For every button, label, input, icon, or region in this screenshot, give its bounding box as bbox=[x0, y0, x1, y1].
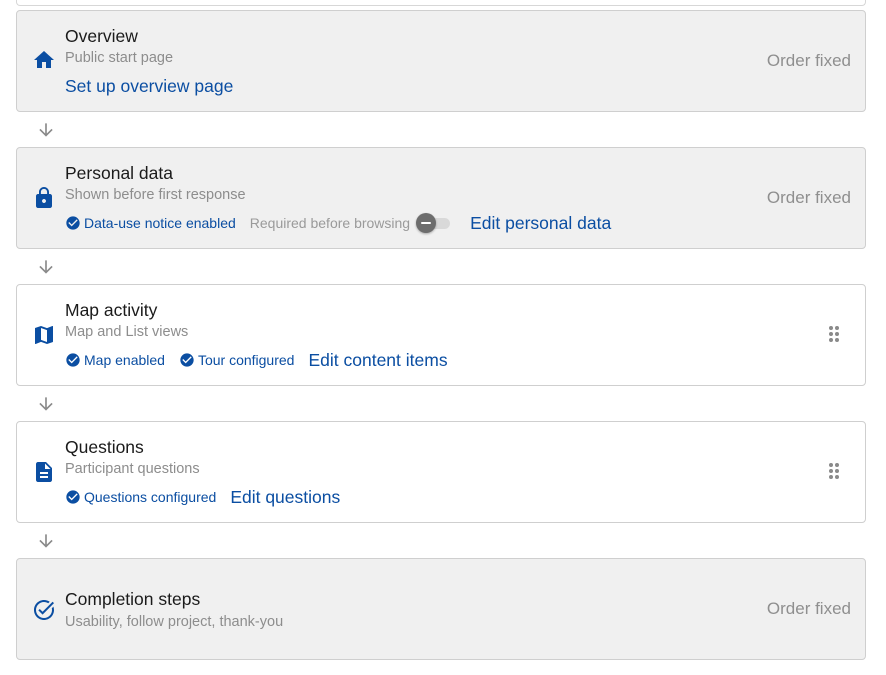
check-circle-icon bbox=[180, 353, 194, 367]
required-before-browsing-toggle[interactable] bbox=[414, 213, 454, 233]
arrow-down-icon bbox=[36, 257, 56, 277]
edit-questions-link[interactable]: Edit questions bbox=[230, 487, 340, 508]
step-title: Personal data bbox=[65, 163, 173, 183]
toggle-label: Required before browsing bbox=[249, 215, 411, 231]
step-title: Map activity bbox=[65, 300, 158, 320]
badge-label: Data-use notice enabled bbox=[84, 215, 236, 231]
arrow-down-icon bbox=[36, 531, 56, 551]
step-title: Overview bbox=[65, 26, 138, 46]
step-subtitle: Public start page bbox=[65, 50, 174, 66]
badge-label: Questions configured bbox=[84, 489, 217, 505]
status-badge: Tour configured bbox=[179, 352, 295, 368]
step-card-questions[interactable]: Questions Participant questions Question… bbox=[16, 421, 866, 523]
edit-personal-data-link[interactable]: Edit personal data bbox=[470, 213, 611, 234]
order-fixed-label: Order fixed bbox=[766, 51, 851, 70]
edit-content-items-link[interactable]: Edit content items bbox=[308, 350, 447, 371]
step-title: Questions bbox=[65, 437, 144, 457]
step-subtitle: Participant questions bbox=[65, 461, 200, 477]
step-title: Completion steps bbox=[65, 589, 201, 609]
step-subtitle: Map and List views bbox=[65, 324, 189, 340]
check-circle-outline-icon bbox=[31, 597, 57, 623]
check-circle-icon bbox=[66, 216, 80, 230]
step-subtitle: Usability, follow project, thank-you bbox=[65, 614, 284, 630]
drag-handle-icon[interactable] bbox=[829, 326, 839, 342]
check-circle-icon bbox=[66, 490, 80, 504]
lock-icon bbox=[31, 185, 57, 211]
step-subtitle: Shown before first response bbox=[65, 187, 246, 203]
order-fixed-label: Order fixed bbox=[766, 599, 851, 618]
status-badge: Questions configured bbox=[65, 489, 216, 505]
arrow-down-icon bbox=[36, 120, 56, 140]
previous-card-edge bbox=[16, 0, 866, 6]
arrow-down-icon bbox=[36, 394, 56, 414]
check-circle-icon bbox=[66, 353, 80, 367]
step-card-personal-data: Personal data Shown before first respons… bbox=[16, 147, 866, 249]
badge-label: Map enabled bbox=[84, 352, 165, 368]
step-card-map-activity[interactable]: Map activity Map and List views Map enab… bbox=[16, 284, 866, 386]
status-badge: Map enabled bbox=[65, 352, 165, 368]
map-icon bbox=[31, 322, 57, 348]
step-card-completion-steps: Completion steps Usability, follow proje… bbox=[16, 558, 866, 660]
status-badge: Data-use notice enabled bbox=[65, 215, 236, 231]
drag-handle-icon[interactable] bbox=[829, 463, 839, 479]
step-card-overview: Overview Public start page Set up overvi… bbox=[16, 10, 866, 112]
set-up-overview-link[interactable]: Set up overview page bbox=[65, 76, 233, 97]
document-icon bbox=[31, 459, 57, 485]
order-fixed-label: Order fixed bbox=[766, 188, 851, 207]
badge-label: Tour configured bbox=[197, 352, 295, 368]
home-icon bbox=[31, 47, 57, 73]
